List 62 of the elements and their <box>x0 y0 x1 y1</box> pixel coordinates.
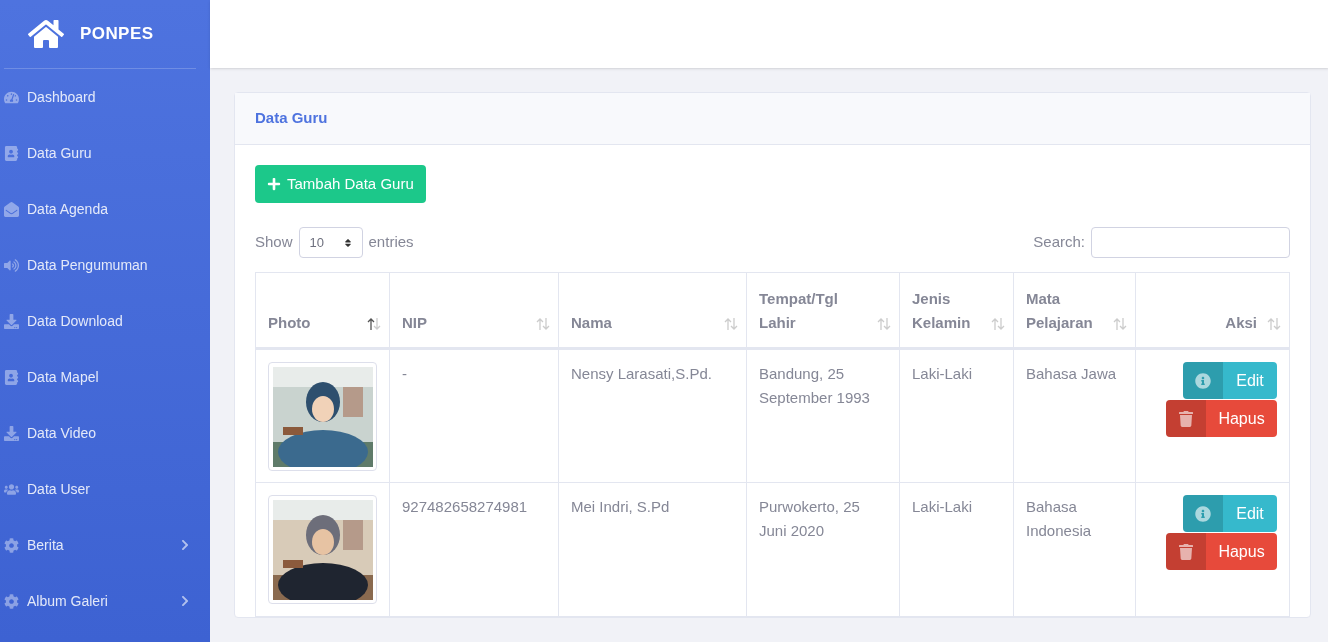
info-icon <box>1195 505 1211 522</box>
show-label: Show <box>255 232 293 253</box>
contact-book-icon <box>4 145 19 161</box>
sidebar-item[interactable]: Data Guru <box>0 125 210 181</box>
info-icon <box>1195 372 1211 389</box>
sidebar-item[interactable]: Data Agenda <box>0 181 210 237</box>
entries-label: entries <box>368 232 414 253</box>
column-header[interactable]: NIP <box>389 272 559 349</box>
table-cell: Mei Indri, S.Pd <box>571 498 670 515</box>
table-cell: Nensy Larasati,S.Pd. <box>571 365 712 382</box>
table-cell: Purwokerto, 25 Juni 2020 <box>759 498 860 539</box>
table-cell: Bahasa Jawa <box>1026 365 1117 382</box>
entries-select[interactable]: 10 <box>298 227 363 258</box>
gear-icon <box>4 593 19 609</box>
sidebar-item[interactable]: Berita <box>0 517 210 573</box>
sort-icon <box>877 317 891 331</box>
trash-icon <box>1179 410 1193 427</box>
sort-icon <box>991 317 1005 331</box>
envelope-icon <box>4 201 19 217</box>
contact-book-icon <box>4 369 19 385</box>
column-header[interactable]: Nama <box>558 272 747 349</box>
search-field[interactable] <box>1091 227 1290 258</box>
select-arrows-icon <box>343 237 352 248</box>
gauge-icon <box>4 89 19 105</box>
sort-icon <box>536 317 550 331</box>
table-cell: 927482658274981 <box>402 498 528 515</box>
table-cell: Bandung, 25 September 1993 <box>759 365 870 406</box>
gear-icon <box>4 537 19 553</box>
edit-button[interactable]: Edit <box>1183 495 1277 532</box>
column-header[interactable]: Photo <box>255 272 390 349</box>
table-cell: - <box>402 365 407 382</box>
table-cell: Laki-Laki <box>912 498 973 515</box>
column-header[interactable]: Tempat/Tgl Lahir <box>746 272 900 349</box>
sort-icon <box>367 317 381 331</box>
sort-icon <box>1113 317 1127 331</box>
column-header[interactable]: Jenis Kelamin <box>899 272 1014 349</box>
brand-title: PONPES <box>80 23 154 46</box>
delete-button[interactable]: Hapus <box>1166 533 1277 570</box>
sort-icon <box>1267 317 1281 331</box>
sidebar-item[interactable]: Data Mapel <box>0 349 210 405</box>
delete-button[interactable]: Hapus <box>1166 400 1277 437</box>
table-cell: Laki-Laki <box>912 365 973 382</box>
speaker-icon <box>4 257 19 273</box>
sidebar-item[interactable]: Dashboard <box>0 69 210 125</box>
sidebar-item[interactable]: Data Download <box>0 293 210 349</box>
sidebar-item[interactable]: Album Galeri <box>0 573 210 629</box>
add-button[interactable]: Tambah Data Guru <box>255 165 426 203</box>
plus-icon <box>267 177 281 191</box>
edit-button[interactable]: Edit <box>1183 362 1277 399</box>
card-title: Data Guru <box>255 108 328 129</box>
sidebar-item[interactable]: Data Pengumuman <box>0 237 210 293</box>
download-icon <box>4 425 19 441</box>
users-icon <box>4 481 19 497</box>
sort-icon <box>724 317 738 331</box>
search-label: Search: <box>1033 232 1085 253</box>
sidebar-item[interactable]: Data Video <box>0 405 210 461</box>
table-cell: Bahasa Indonesia <box>1026 498 1092 539</box>
column-header[interactable]: Mata Pelajaran <box>1013 272 1136 349</box>
sidebar-item[interactable]: Data User <box>0 461 210 517</box>
download-icon <box>4 313 19 329</box>
trash-icon <box>1179 543 1193 560</box>
column-header[interactable]: Aksi <box>1135 272 1290 349</box>
